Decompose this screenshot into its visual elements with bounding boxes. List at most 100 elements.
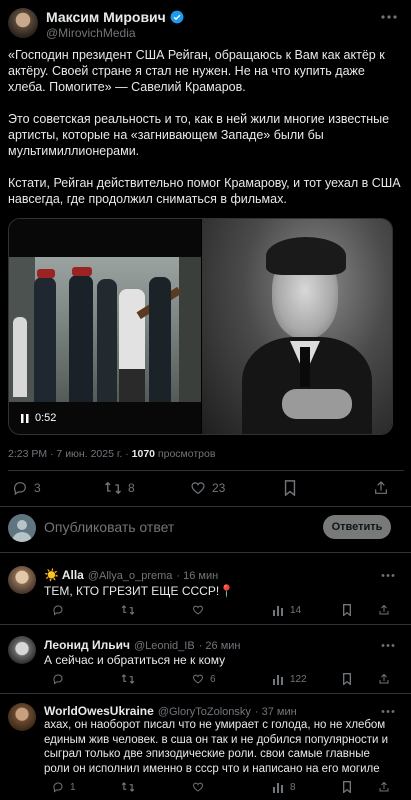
like-action[interactable] xyxy=(192,781,204,793)
reply-author-handle[interactable]: @Allya_o_prema xyxy=(88,570,173,582)
reply-avatar[interactable] xyxy=(8,566,36,594)
reply-icon xyxy=(53,605,63,616)
heart-icon xyxy=(191,482,205,495)
post-paragraph: «Господин президент США Рейган, обращаюс… xyxy=(8,48,385,94)
reply-author-handle[interactable]: @GloryToZolonsky xyxy=(158,706,251,718)
reply-text: ахах, он наоборот писал что не умирает с… xyxy=(44,719,389,775)
heart-icon xyxy=(193,782,203,792)
reply-action[interactable] xyxy=(52,673,64,685)
repost-icon xyxy=(121,782,135,792)
repost-action[interactable] xyxy=(121,781,135,793)
reply-time[interactable]: · 37 мин xyxy=(255,706,297,718)
author-avatar[interactable] xyxy=(8,8,38,38)
share-action[interactable] xyxy=(378,781,390,793)
reply-button[interactable]: Ответить xyxy=(323,515,391,539)
reply-author-name[interactable]: ☀️ Alla xyxy=(44,568,84,582)
post-meta: 2:23 PM · 7 июн. 2025 г. · 1070 просмотр… xyxy=(8,448,215,460)
bookmark-icon xyxy=(343,604,351,616)
views-count: 122 xyxy=(290,673,307,685)
default-user-icon xyxy=(12,520,32,542)
author-name[interactable]: Максим Мирович xyxy=(46,9,166,25)
author-handle[interactable]: @MirovichMedia xyxy=(46,26,136,40)
reply-author-handle[interactable]: @Leonid_IB xyxy=(134,640,195,652)
reply-text: А сейчас и обратиться не к кому xyxy=(44,653,226,667)
pause-icon[interactable] xyxy=(21,414,29,423)
like-count: 23 xyxy=(212,481,226,495)
reply-count: 3 xyxy=(34,481,41,495)
repost-count: 8 xyxy=(128,481,135,495)
post-paragraph: Это советская реальность и то, как в ней… xyxy=(8,112,390,158)
bookmark-action[interactable] xyxy=(342,673,352,685)
reply-actions: 14 xyxy=(44,604,394,618)
views-icon xyxy=(273,675,283,685)
bookmark-icon[interactable] xyxy=(283,480,297,496)
reply-icon xyxy=(53,674,63,685)
divider xyxy=(0,624,411,625)
bookmark-action[interactable] xyxy=(342,604,352,616)
portrait-photo[interactable] xyxy=(202,219,392,434)
heart-icon xyxy=(193,605,203,615)
share-icon xyxy=(379,673,389,684)
share-icon xyxy=(379,604,389,615)
views-icon xyxy=(273,606,283,616)
repost-action[interactable] xyxy=(121,604,135,616)
reply-author-name[interactable]: Леонид Ильич xyxy=(44,638,130,652)
share-icon[interactable] xyxy=(373,480,389,496)
views-action[interactable]: 8 xyxy=(272,781,296,793)
media-container[interactable]: 0:52 xyxy=(8,218,393,435)
repost-icon xyxy=(121,605,135,615)
reply-icon xyxy=(13,482,26,496)
more-options-icon[interactable] xyxy=(381,573,395,578)
repost-icon xyxy=(121,674,135,684)
like-count: 6 xyxy=(210,673,216,685)
video-thumbnail[interactable]: 0:52 xyxy=(9,219,201,434)
more-options-icon[interactable] xyxy=(381,643,395,648)
reply-action[interactable]: 3 xyxy=(12,480,41,496)
repost-action[interactable] xyxy=(121,673,135,685)
views-action[interactable]: 122 xyxy=(272,673,307,685)
views-count: 14 xyxy=(290,604,302,616)
heart-icon xyxy=(193,674,203,684)
more-options-icon[interactable] xyxy=(381,14,397,20)
repost-action[interactable]: 8 xyxy=(104,480,135,496)
share-icon xyxy=(379,781,389,792)
reply-author-name[interactable]: WorldOwesUkraine xyxy=(44,704,154,718)
reply-icon xyxy=(53,782,63,793)
like-action[interactable] xyxy=(192,604,204,616)
post-text: «Господин президент США Рейган, обращаюс… xyxy=(8,47,404,207)
reply-action[interactable] xyxy=(52,604,64,616)
reply-time[interactable]: · 16 мин xyxy=(176,570,218,582)
views-label: просмотров xyxy=(155,448,216,460)
divider xyxy=(0,693,411,694)
reply-avatar[interactable] xyxy=(8,636,36,664)
reply-count: 1 xyxy=(70,781,76,793)
reply-time[interactable]: · 26 мин xyxy=(199,640,241,652)
user-avatar[interactable] xyxy=(8,514,36,542)
bookmark-icon xyxy=(343,673,351,685)
views-action[interactable]: 14 xyxy=(272,604,301,616)
reply-action[interactable]: 1 xyxy=(52,781,76,793)
share-action[interactable] xyxy=(378,604,390,616)
divider xyxy=(0,506,411,507)
bookmark-icon xyxy=(343,781,351,793)
divider xyxy=(0,552,411,553)
like-action[interactable]: 6 xyxy=(192,673,216,685)
more-options-icon[interactable] xyxy=(381,709,395,714)
views-count: 1070 xyxy=(131,448,155,460)
reply-text: ТЕМ, КТО ГРЕЗИТ ЕЩЕ СССР!📍 xyxy=(44,584,235,598)
post-paragraph: Кстати, Рейган действительно помог Крама… xyxy=(8,176,401,206)
video-duration: 0:52 xyxy=(35,412,57,424)
share-action[interactable] xyxy=(378,673,390,685)
bookmark-action[interactable] xyxy=(342,781,352,793)
reply-input[interactable]: Опубликовать ответ xyxy=(44,519,174,535)
post-timestamp[interactable]: 2:23 PM · 7 июн. 2025 г. · xyxy=(8,448,132,460)
views-icon xyxy=(273,783,283,793)
divider xyxy=(8,470,404,471)
repost-icon xyxy=(105,481,121,495)
like-action[interactable]: 23 xyxy=(190,480,225,496)
verified-badge-icon xyxy=(170,10,184,24)
reply-actions: 1 8 xyxy=(44,781,394,795)
reply-actions: 6 122 xyxy=(44,673,394,687)
views-count: 8 xyxy=(290,781,296,793)
reply-avatar[interactable] xyxy=(8,703,36,731)
